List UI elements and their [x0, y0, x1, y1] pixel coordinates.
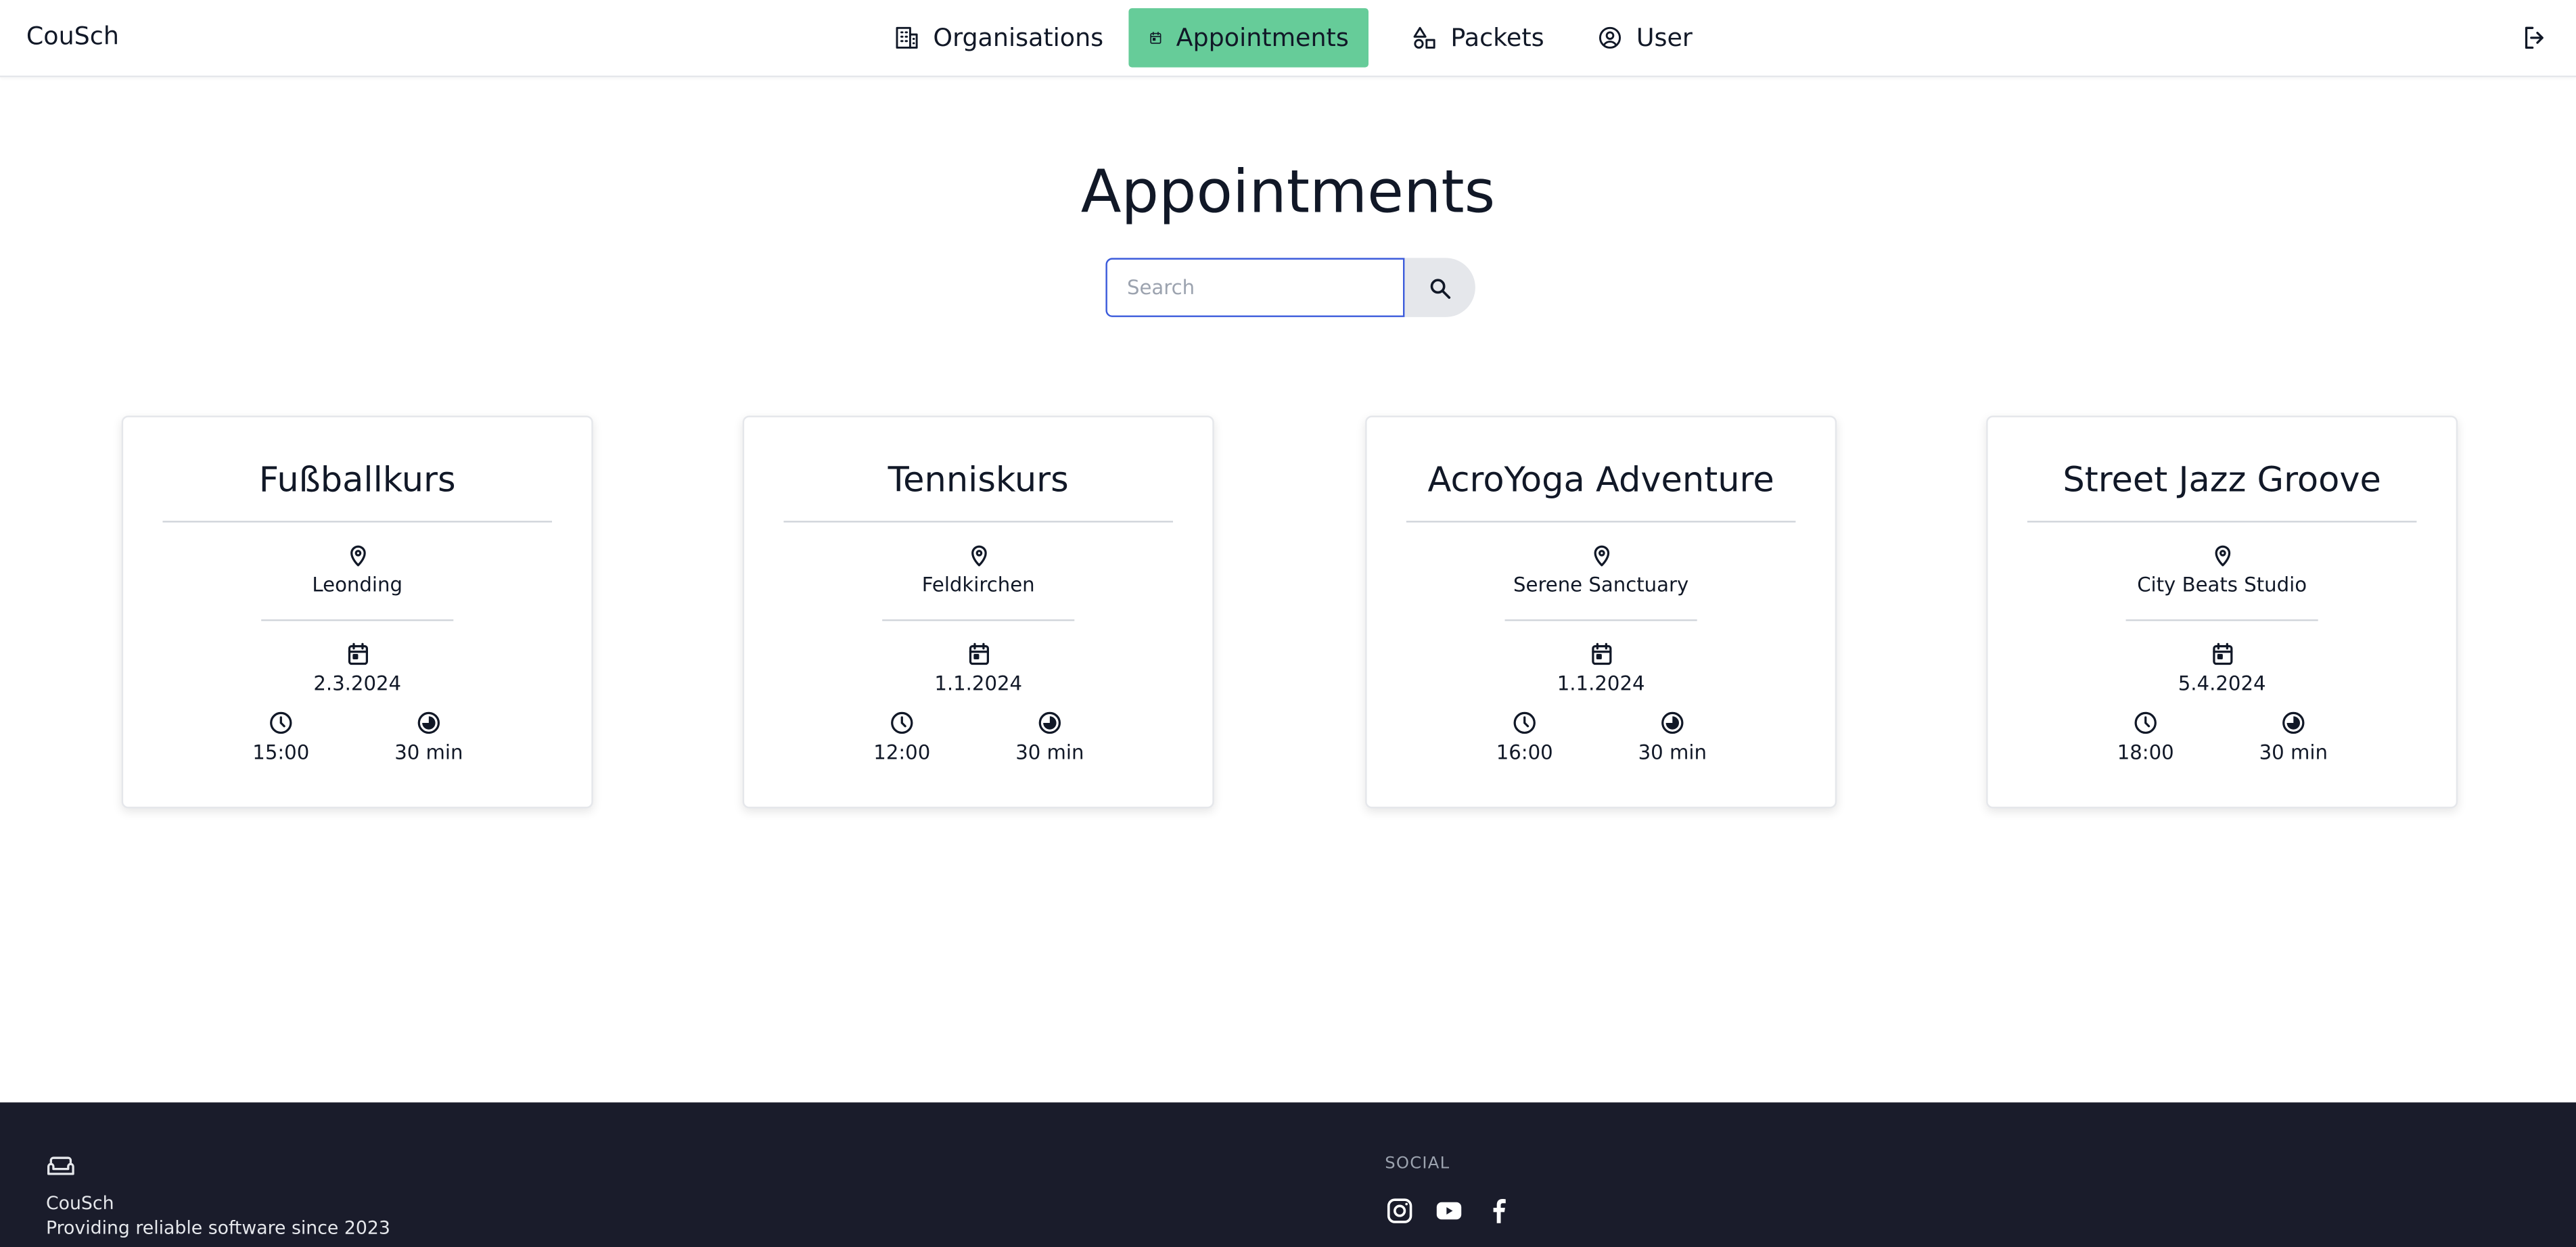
- clock-icon: [2134, 711, 2157, 734]
- appointment-time: 16:00: [1475, 710, 1574, 766]
- page-title: Appointments: [1080, 159, 1496, 227]
- card-divider: [2027, 521, 2417, 523]
- nav-packets[interactable]: Packets: [1392, 8, 1564, 67]
- shapes-icon: [1413, 26, 1435, 49]
- search-icon: [1430, 278, 1451, 298]
- nav-user-label: User: [1636, 23, 1693, 53]
- appointment-card[interactable]: AcroYoga Adventure Serene Sanctuary 1.1.…: [1365, 415, 1837, 809]
- card-divider: [162, 521, 552, 523]
- instagram-icon[interactable]: [1385, 1196, 1414, 1226]
- user-circle-icon: [1598, 26, 1622, 49]
- timelapse-icon: [2282, 711, 2305, 734]
- calendar-icon: [347, 642, 367, 665]
- appointment-time: 15:00: [231, 710, 330, 766]
- appointment-time-value: 16:00: [1496, 740, 1553, 764]
- social-links: [1385, 1196, 1513, 1226]
- appointment-duration: 30 min: [1623, 710, 1722, 766]
- calendar-icon: [1591, 642, 1611, 665]
- card-divider: [1406, 521, 1796, 523]
- card-divider: [1504, 619, 1697, 621]
- appointment-title: Fußballkurs: [258, 460, 456, 500]
- appointment-card[interactable]: Fußballkurs Leonding 2.3.2024 15:00 30 m…: [121, 415, 593, 809]
- social-heading: SOCIAL: [1385, 1154, 1450, 1173]
- appointment-title: Street Jazz Groove: [2063, 460, 2381, 500]
- appointment-date: 2.3.2024: [313, 672, 402, 695]
- building-icon: [896, 26, 918, 49]
- nav-organisations-label: Organisations: [933, 23, 1104, 53]
- appointment-card[interactable]: Street Jazz Groove City Beats Studio 5.4…: [1986, 415, 2458, 809]
- nav-appointments-label: Appointments: [1176, 23, 1349, 53]
- youtube-icon[interactable]: [1434, 1196, 1464, 1226]
- timelapse-icon: [417, 711, 440, 734]
- clock-icon: [891, 711, 913, 734]
- clock-icon: [1513, 711, 1536, 734]
- appointment-time-value: 15:00: [252, 740, 310, 764]
- appointment-date: 1.1.2024: [1557, 672, 1645, 695]
- calendar-icon: [1150, 31, 1162, 44]
- appointment-duration: 30 min: [1001, 710, 1099, 766]
- footer-tagline: Providing reliable software since 2023: [45, 1217, 390, 1239]
- top-navbar: CouSch Organisations Appointments Packet…: [0, 0, 2576, 78]
- logout-icon[interactable]: [2520, 23, 2550, 53]
- timelapse-icon: [1038, 711, 1061, 734]
- location-pin-icon: [970, 545, 986, 567]
- card-divider: [2125, 619, 2318, 621]
- app-root: CouSch Organisations Appointments Packet…: [0, 0, 2576, 1247]
- timelapse-icon: [1661, 711, 1684, 734]
- card-divider: [882, 619, 1075, 621]
- appointment-location: Feldkirchen: [921, 573, 1035, 596]
- search-button[interactable]: [1404, 258, 1475, 317]
- footer: CouSch Providing reliable software since…: [0, 1102, 2576, 1247]
- appointment-duration-value: 30 min: [394, 740, 463, 764]
- clock-icon: [270, 711, 292, 734]
- nav-organisations[interactable]: Organisations: [874, 8, 1123, 67]
- appointment-time: 12:00: [852, 710, 951, 766]
- nav-appointments[interactable]: Appointments: [1128, 8, 1368, 68]
- nav-packets-label: Packets: [1450, 23, 1544, 53]
- appointment-duration-value: 30 min: [1015, 740, 1084, 764]
- appointment-location: City Beats Studio: [2137, 573, 2307, 596]
- appointment-title: Tenniskurs: [888, 460, 1069, 500]
- appointment-date: 1.1.2024: [934, 672, 1023, 695]
- appointment-location: Leonding: [312, 573, 402, 596]
- facebook-icon[interactable]: [1484, 1196, 1513, 1226]
- calendar-icon: [2212, 642, 2232, 665]
- appointment-time: 18:00: [2096, 710, 2195, 766]
- brand-logo[interactable]: CouSch: [26, 20, 119, 53]
- appointment-title: AcroYoga Adventure: [1427, 460, 1774, 500]
- card-divider: [783, 521, 1173, 523]
- appointment-duration-value: 30 min: [1638, 740, 1707, 764]
- appointment-time-value: 18:00: [2117, 740, 2174, 764]
- calendar-icon: [968, 642, 988, 665]
- card-divider: [261, 619, 454, 621]
- appointment-duration-value: 30 min: [2259, 740, 2328, 764]
- appointment-duration: 30 min: [380, 710, 478, 766]
- appointment-card[interactable]: Tenniskurs Feldkirchen 1.1.2024 12:00 30…: [742, 415, 1214, 809]
- location-pin-icon: [1593, 545, 1609, 567]
- sofa-icon: [47, 1156, 74, 1175]
- search-input[interactable]: [1105, 258, 1405, 317]
- appointment-date: 5.4.2024: [2178, 672, 2266, 695]
- appointment-time-value: 12:00: [873, 740, 931, 764]
- location-pin-icon: [349, 545, 365, 567]
- search-bar: [1105, 258, 1475, 317]
- nav-user[interactable]: User: [1577, 8, 1712, 67]
- location-pin-icon: [2214, 545, 2230, 567]
- appointment-duration: 30 min: [2244, 710, 2343, 766]
- appointment-location: Serene Sanctuary: [1513, 573, 1689, 596]
- footer-brand: CouSch: [45, 1192, 114, 1215]
